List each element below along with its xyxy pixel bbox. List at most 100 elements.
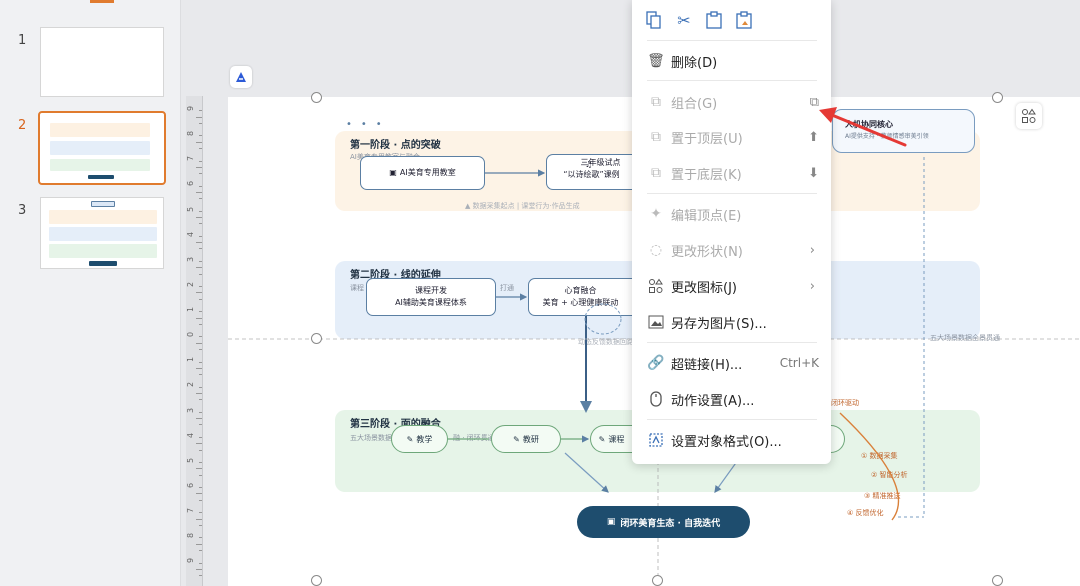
- hyperlink-shortcut: Ctrl+K: [779, 356, 819, 370]
- thumbnail-number-2: 2: [18, 118, 27, 133]
- ruler-tick: [199, 562, 202, 564]
- ruler-tick: [199, 436, 202, 438]
- ruler-label: 3: [186, 407, 196, 413]
- ruler-tick: [196, 392, 202, 394]
- ruler-label: 7: [186, 156, 196, 162]
- ruler-tick: [196, 493, 202, 495]
- chevron-right-icon: ›: [809, 242, 815, 258]
- ruler-tick: [199, 474, 202, 476]
- copy-icon[interactable]: [642, 8, 666, 32]
- ruler-tick: [199, 499, 202, 501]
- menu-item-change-icon[interactable]: 更改图标(J) ›: [632, 269, 831, 303]
- ruler-label: 8: [186, 533, 196, 539]
- menu-item-delete[interactable]: 🗑 删除(D): [632, 44, 831, 78]
- ruler-label: 2: [186, 281, 196, 287]
- ruler-tick: [199, 110, 202, 112]
- selection-handle-ml[interactable]: [311, 333, 322, 344]
- ruler-label: 5: [186, 206, 196, 212]
- ruler-label: 3: [186, 256, 196, 262]
- ruler-tick: [199, 298, 202, 300]
- ruler-tick: [199, 135, 202, 137]
- ruler-label: 8: [186, 131, 196, 137]
- selection-handle-br[interactable]: [992, 575, 1003, 586]
- ruler-tick: [196, 242, 202, 244]
- ruler-label: 7: [186, 508, 196, 514]
- dash-label: 五大场景数据全景贯通: [930, 334, 1000, 342]
- selection-handle-bm[interactable]: [652, 575, 663, 586]
- menu-item-group[interactable]: ⧉ 组合(G) ⧉: [632, 85, 831, 119]
- ruler-tick: [199, 537, 202, 539]
- mouse-icon: [647, 390, 665, 408]
- menu-item-action[interactable]: 动作设置(A)...: [632, 382, 831, 416]
- paste-image-icon[interactable]: [732, 8, 756, 32]
- ruler-tick: [199, 160, 202, 162]
- paste-icon[interactable]: [702, 8, 726, 32]
- chevron-right-icon: ›: [809, 278, 815, 294]
- ruler-tick: [196, 367, 202, 369]
- ruler-label: 5: [186, 457, 196, 463]
- final-pill[interactable]: ▣ 闭环美育生态 · 自我迭代: [577, 506, 750, 538]
- slide-thumbnail-1[interactable]: [40, 27, 164, 97]
- menu-item-format[interactable]: 设置对象格式(O)...: [632, 423, 831, 457]
- ruler-label: 6: [186, 482, 196, 488]
- ruler-tick: [196, 217, 202, 219]
- cut-icon[interactable]: ✂: [672, 8, 696, 32]
- ruler-label: 4: [186, 231, 196, 237]
- ruler-tick: [199, 399, 202, 401]
- ruler-tick: [199, 122, 202, 124]
- context-menu: ✂ 🗑 删除(D) ⧉ 组合(G) ⧉ ⧉ 置于顶层(U) ⬆ ⧉ 置于底层(K) ⬇ ✦ 编辑…: [632, 0, 831, 464]
- ruler-label: 1: [186, 306, 196, 313]
- slide-thumbnail-3[interactable]: [40, 197, 164, 269]
- ruler-tick: [196, 116, 202, 118]
- selection-handle-tr[interactable]: [992, 92, 1003, 103]
- ai-assistant-icon[interactable]: [230, 66, 252, 88]
- slide-thumbnail-panel: 1 2 3: [0, 0, 181, 586]
- link-icon: 🔗: [647, 355, 665, 371]
- ruler-label: 2: [186, 382, 196, 388]
- ruler-label: 0: [186, 332, 196, 338]
- slide-thumbnail-2[interactable]: [38, 111, 166, 185]
- menu-item-send-back[interactable]: ⧉ 置于底层(K) ⬇: [632, 156, 831, 190]
- ruler-tick: [196, 518, 202, 520]
- ruler-tick: [199, 374, 202, 376]
- selection-handle-bl[interactable]: [311, 575, 322, 586]
- menu-item-hyperlink[interactable]: 🔗 超链接(H)... Ctrl+K: [632, 346, 831, 380]
- ruler-tick: [196, 267, 202, 269]
- shapes-icon[interactable]: [1016, 103, 1042, 129]
- ruler-tick: [199, 235, 202, 237]
- ruler-label: 4: [186, 432, 196, 438]
- ruler-tick: [199, 223, 202, 225]
- ruler-tick: [199, 512, 202, 514]
- menu-item-bring-front[interactable]: ⧉ 置于顶层(U) ⬆: [632, 120, 831, 154]
- ruler-tick: [199, 248, 202, 250]
- ruler-tick: [199, 349, 202, 350]
- ruler-tick: [199, 449, 202, 451]
- menu-item-edit-points[interactable]: ✦ 编辑顶点(E): [632, 197, 831, 231]
- panel-indicator: [90, 0, 114, 3]
- ruler-tick: [196, 468, 202, 470]
- ruler-tick: [199, 261, 202, 263]
- ruler-tick: [199, 336, 202, 338]
- image-icon: [647, 313, 665, 331]
- ruler-tick: [199, 462, 202, 464]
- group-icon: ⧉: [651, 94, 661, 110]
- bring-front-icon: ⧉: [651, 129, 661, 145]
- menu-item-change-shape[interactable]: ◌ 更改形状(N) ›: [632, 233, 831, 267]
- send-back-icon: ⧉: [651, 165, 661, 181]
- selection-handle-tl[interactable]: [311, 92, 322, 103]
- ruler-tick: [199, 550, 202, 552]
- ruler-tick: [196, 292, 202, 294]
- vertical-ruler: 9 8 7 6 5 4 3 2 1 0 1 2 3 4 5 6 7 8 9: [186, 96, 203, 586]
- thumbnail-number-3: 3: [18, 203, 27, 218]
- ruler-tick: [199, 286, 202, 288]
- menu-item-save-as-image[interactable]: 另存为图片(S)...: [632, 305, 831, 339]
- box-icon: ▣: [606, 517, 616, 527]
- annotation-arrow: [819, 107, 907, 147]
- ruler-label: 6: [186, 181, 196, 187]
- ruler-tick: [196, 166, 202, 168]
- ruler-tick: [196, 418, 202, 420]
- ruler-tick: [199, 210, 202, 212]
- ruler-tick: [199, 386, 202, 388]
- ruler-tick: [196, 342, 202, 344]
- change-icon-icon: [647, 277, 665, 295]
